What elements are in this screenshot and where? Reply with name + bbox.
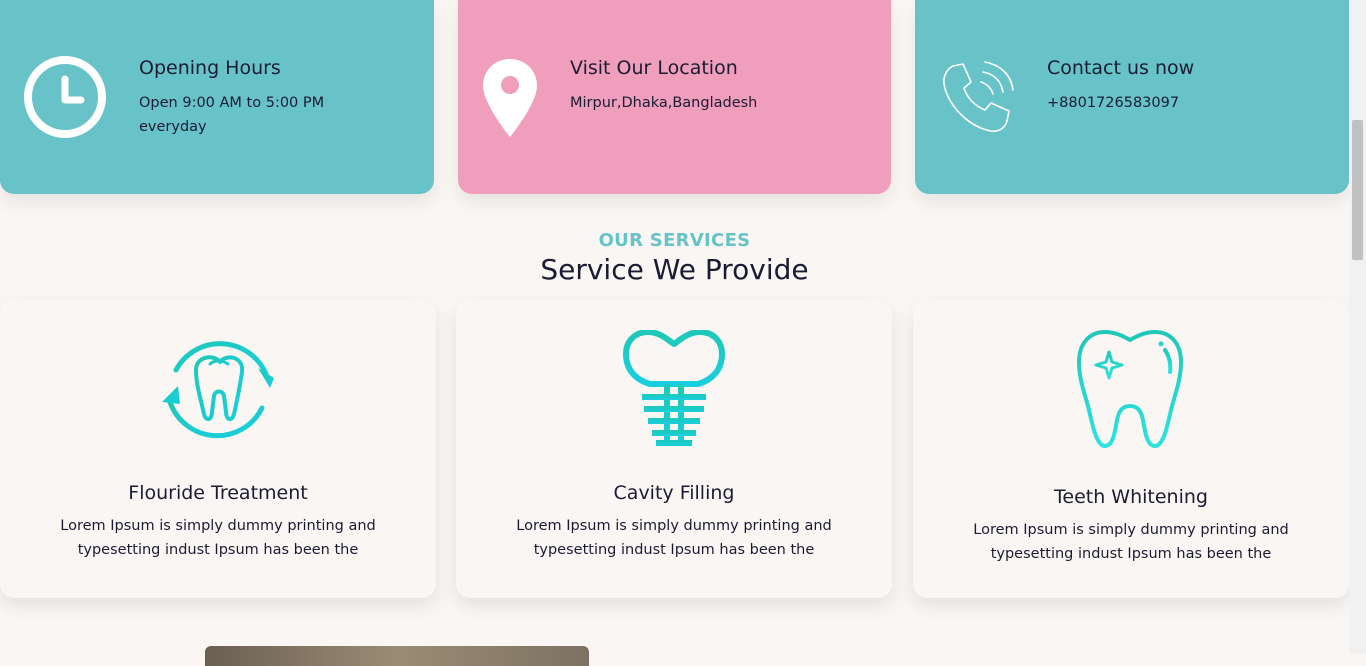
service-description: Lorem Ipsum is simply dummy printing and… [60, 518, 376, 558]
opening-hours-title: Opening Hours [139, 57, 281, 79]
services-eyebrow: OUR SERVICES [598, 230, 751, 251]
tooth-cycle-icon [158, 330, 278, 452]
service-description: Lorem Ipsum is simply dummy printing and… [516, 518, 832, 558]
clock-icon [23, 55, 107, 143]
scrollbar[interactable] [1349, 0, 1366, 654]
service-description: Lorem Ipsum is simply dummy printing and… [973, 522, 1289, 562]
service-title: Cavity Filling [613, 482, 735, 504]
service-title: Flouride Treatment [128, 482, 308, 504]
dental-implant-icon [622, 329, 726, 452]
location-pin-icon [481, 57, 539, 143]
opening-hours-text: Open 9:00 AM to 5:00 PM everyday [139, 95, 325, 135]
service-card-whitening[interactable]: Teeth Whitening Lorem Ipsum is simply du… [913, 300, 1349, 598]
section-image [205, 646, 589, 666]
services-heading: OUR SERVICES Service We Provide [0, 230, 1349, 286]
contact-card: Contact us now +8801726583097 [915, 0, 1349, 194]
opening-hours-card: Opening Hours Open 9:00 AM to 5:00 PM ev… [0, 0, 434, 194]
location-text: Mirpur,Dhaka,Bangladesh [570, 95, 758, 111]
scrollbar-thumb[interactable] [1352, 120, 1363, 260]
phone-icon [939, 60, 1015, 140]
location-card: Visit Our Location Mirpur,Dhaka,Banglade… [458, 0, 891, 194]
location-title: Visit Our Location [570, 57, 738, 79]
service-card-flouride[interactable]: Flouride Treatment Lorem Ipsum is simply… [0, 300, 436, 598]
contact-phone[interactable]: +8801726583097 [1047, 91, 1277, 115]
service-title: Teeth Whitening [1054, 486, 1208, 508]
contact-title: Contact us now [1047, 57, 1195, 79]
sparkle-tooth-icon [1075, 328, 1185, 456]
services-title: Service We Provide [540, 253, 809, 286]
service-card-cavity[interactable]: Cavity Filling Lorem Ipsum is simply dum… [456, 300, 892, 598]
